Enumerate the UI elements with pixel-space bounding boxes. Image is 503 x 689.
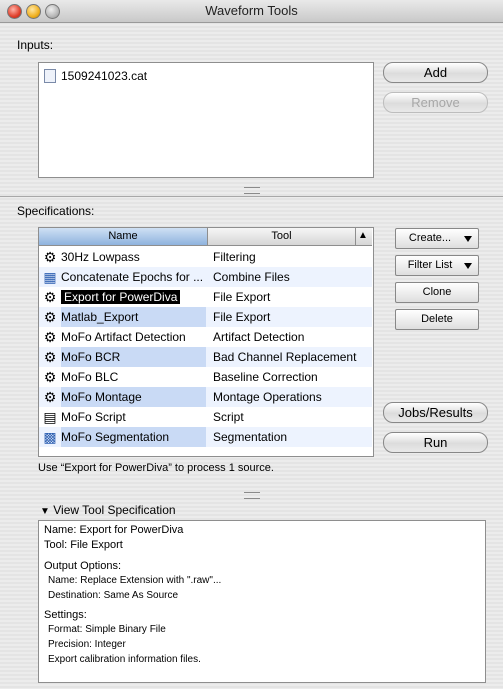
spec-tool: Montage Operations	[213, 390, 322, 404]
spec-tool: Segmentation	[213, 430, 288, 444]
table-row[interactable]: ⚙ MoFo BCR Bad Channel Replacement	[39, 347, 372, 367]
table-row[interactable]: ▩ MoFo Segmentation Segmentation	[39, 427, 372, 447]
view-spec-toggle[interactable]: ▼ View Tool Specification	[40, 503, 176, 517]
inputs-list[interactable]: 1509241023.cat	[38, 62, 374, 178]
output-options-heading: Output Options:	[44, 560, 122, 572]
inputs-label: Inputs:	[17, 38, 54, 52]
clone-label: Clone	[422, 286, 452, 298]
setting-precision: Precision: Integer	[48, 639, 126, 650]
table-row[interactable]: ⚙ Matlab_Export File Export	[39, 307, 372, 327]
spec-tool: Bad Channel Replacement	[213, 350, 357, 364]
title-bar[interactable]: Waveform Tools	[0, 0, 503, 23]
gear-icon: ⚙	[43, 349, 57, 365]
gear-icon: ⚙	[43, 289, 57, 305]
file-icon	[44, 68, 56, 83]
spec-name: Matlab_Export	[61, 307, 206, 327]
delete-label: Delete	[421, 313, 453, 325]
spec-name: MoFo Montage	[61, 387, 206, 407]
disclosure-triangle-icon[interactable]: ▼	[40, 506, 50, 517]
spec-name: MoFo Segmentation	[61, 427, 206, 447]
spec-tool: Baseline Correction	[213, 370, 318, 384]
clone-button[interactable]: Clone	[395, 282, 479, 303]
splitter-grip[interactable]	[244, 187, 260, 194]
segmentation-icon: ▩	[43, 429, 57, 445]
table-row[interactable]: ⚙ MoFo BLC Baseline Correction	[39, 367, 372, 387]
table-row[interactable]: ▤ MoFo Script Script	[39, 407, 372, 427]
table-row-selected[interactable]: ⚙ Export for PowerDiva File Export	[39, 287, 372, 307]
view-spec-label: View Tool Specification	[53, 503, 176, 517]
spec-name: MoFo Script	[61, 410, 126, 424]
spec-name: MoFo BCR	[61, 347, 206, 367]
spec-detail-tool: Tool: File Export	[44, 539, 123, 551]
add-button[interactable]: Add	[383, 62, 488, 83]
splitter-grip[interactable]	[244, 492, 260, 499]
waveform-tools-window: Waveform Tools Inputs: 1509241023.cat Ad…	[0, 0, 503, 689]
specifications-table: Name Tool ▲ ⚙ 30Hz Lowpass Filtering ▦ C…	[38, 227, 374, 457]
concatenate-icon: ▦	[43, 269, 57, 285]
spec-name: Export for PowerDiva	[61, 290, 181, 304]
column-header-name[interactable]: Name	[39, 228, 208, 245]
spec-details-panel: Name: Export for PowerDiva Tool: File Ex…	[38, 520, 486, 683]
spec-tool: File Export	[213, 290, 271, 304]
spec-detail-name: Name: Export for PowerDiva	[44, 524, 184, 536]
spec-name: MoFo Artifact Detection	[61, 330, 186, 344]
spec-tool: Artifact Detection	[213, 330, 305, 344]
table-row[interactable]: ▦ Concatenate Epochs for ... Combine Fil…	[39, 267, 372, 287]
run-button[interactable]: Run	[383, 432, 488, 453]
spec-tool: Script	[213, 410, 244, 424]
settings-heading: Settings:	[44, 609, 87, 621]
output-name-rule: Name: Replace Extension with ".raw"...	[48, 575, 222, 586]
setting-format: Format: Simple Binary File	[48, 624, 166, 635]
spec-tool: Filtering	[213, 250, 256, 264]
table-row[interactable]: ⚙ MoFo Montage Montage Operations	[39, 387, 372, 407]
create-dropdown[interactable]: Create...	[395, 228, 479, 249]
spec-tool: File Export	[213, 310, 271, 324]
gear-icon: ⚙	[43, 329, 57, 345]
list-item[interactable]: 1509241023.cat	[44, 66, 147, 84]
remove-button[interactable]: Remove	[383, 92, 488, 113]
filter-list-dropdown[interactable]: Filter List	[395, 255, 479, 276]
gear-icon: ⚙	[43, 389, 57, 405]
chevron-down-icon	[464, 236, 472, 242]
spec-tool: Combine Files	[213, 270, 290, 284]
table-row[interactable]: ⚙ 30Hz Lowpass Filtering	[39, 247, 372, 267]
output-destination: Destination: Same As Source	[48, 590, 179, 601]
filter-list-label: Filter List	[407, 259, 453, 271]
gear-icon: ⚙	[43, 309, 57, 325]
input-file-name: 1509241023.cat	[61, 68, 148, 83]
setting-calibration: Export calibration information files.	[48, 654, 201, 665]
window-title: Waveform Tools	[205, 3, 298, 18]
specifications-label: Specifications:	[17, 204, 95, 218]
table-header: Name Tool ▲	[39, 228, 372, 246]
jobs-results-button[interactable]: Jobs/Results	[383, 402, 488, 423]
table-row[interactable]: ⚙ MoFo Artifact Detection Artifact Detec…	[39, 327, 372, 347]
chevron-down-icon	[464, 263, 472, 269]
gear-icon: ⚙	[43, 369, 57, 385]
delete-button[interactable]: Delete	[395, 309, 479, 330]
spec-name: Concatenate Epochs for ...	[61, 270, 204, 284]
column-header-tool[interactable]: Tool	[208, 228, 356, 245]
gear-icon: ⚙	[43, 249, 57, 265]
splitter	[0, 196, 503, 197]
status-text: Use “Export for PowerDiva” to process 1 …	[38, 462, 274, 474]
create-label: Create...	[408, 232, 452, 244]
spec-name: MoFo BLC	[61, 370, 119, 384]
sort-toggle-icon[interactable]: ▲	[358, 230, 368, 241]
spec-name: 30Hz Lowpass	[61, 250, 140, 264]
script-icon: ▤	[43, 409, 57, 425]
